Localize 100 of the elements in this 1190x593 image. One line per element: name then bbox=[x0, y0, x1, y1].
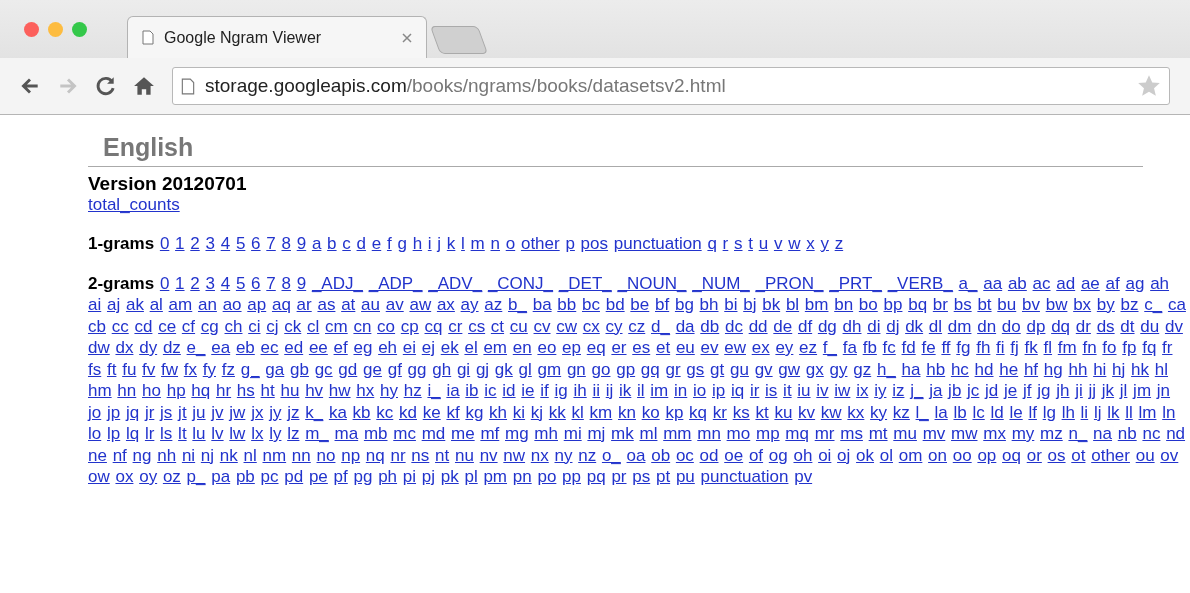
dataset-link[interactable]: gj bbox=[475, 359, 490, 379]
dataset-link[interactable]: ha bbox=[901, 359, 921, 379]
dataset-link[interactable]: eh bbox=[378, 338, 398, 357]
dataset-link[interactable]: bg bbox=[674, 295, 694, 314]
dataset-link[interactable]: lz bbox=[287, 424, 300, 443]
dataset-link[interactable]: mn bbox=[697, 424, 721, 443]
dataset-link[interactable]: eq bbox=[586, 338, 606, 357]
dataset-link[interactable]: od bbox=[699, 445, 719, 465]
dataset-link[interactable]: oq bbox=[1002, 445, 1021, 465]
dataset-link[interactable]: f_ bbox=[822, 338, 837, 357]
dataset-link[interactable]: cc bbox=[111, 316, 129, 336]
dataset-link[interactable]: ho bbox=[142, 381, 161, 400]
dataset-link[interactable]: eg bbox=[353, 338, 373, 357]
dataset-link[interactable]: nl bbox=[243, 445, 257, 465]
dataset-link[interactable]: g_ bbox=[240, 359, 260, 379]
dataset-link[interactable]: ml bbox=[639, 424, 658, 443]
dataset-link[interactable]: lr bbox=[144, 424, 155, 443]
dataset-link[interactable]: 8 bbox=[281, 234, 291, 253]
dataset-link[interactable]: fa bbox=[842, 338, 857, 357]
dataset-link[interactable]: hi bbox=[1093, 359, 1107, 379]
dataset-link[interactable]: gl bbox=[518, 359, 532, 379]
dataset-link[interactable]: jh bbox=[1056, 381, 1070, 400]
dataset-link[interactable]: bp bbox=[883, 295, 903, 314]
dataset-link[interactable]: kx bbox=[847, 402, 865, 422]
dataset-link[interactable]: kl bbox=[571, 402, 584, 422]
dataset-link[interactable]: ge bbox=[363, 359, 382, 379]
dataset-link[interactable]: bh bbox=[699, 295, 719, 314]
dataset-link[interactable]: 2 bbox=[190, 273, 200, 293]
dataset-link[interactable]: kh bbox=[489, 402, 508, 422]
dataset-link[interactable]: gv bbox=[754, 359, 773, 379]
dataset-link[interactable]: hz bbox=[403, 381, 422, 400]
dataset-link[interactable]: lp bbox=[106, 424, 121, 443]
dataset-link[interactable]: n_ bbox=[1068, 424, 1088, 443]
dataset-link[interactable]: ou bbox=[1135, 445, 1155, 465]
dataset-link[interactable]: go bbox=[591, 359, 611, 379]
dataset-link[interactable]: kk bbox=[548, 402, 566, 422]
dataset-link[interactable]: kn bbox=[618, 402, 636, 422]
dataset-link[interactable]: js bbox=[160, 402, 173, 422]
dataset-link[interactable]: ba bbox=[532, 295, 552, 314]
dataset-link[interactable]: ap bbox=[247, 295, 267, 314]
dataset-link[interactable]: er bbox=[611, 338, 627, 357]
dataset-link[interactable]: f bbox=[386, 234, 392, 253]
dataset-link[interactable]: hk bbox=[1131, 359, 1150, 379]
dataset-link[interactable]: gb bbox=[290, 359, 309, 379]
dataset-link[interactable]: _PRT_ bbox=[829, 273, 882, 293]
dataset-link[interactable]: fk bbox=[1024, 338, 1038, 357]
dataset-link[interactable]: jg bbox=[1037, 381, 1051, 400]
dataset-link[interactable]: 1 bbox=[175, 273, 185, 293]
dataset-link[interactable]: dq bbox=[1051, 316, 1071, 336]
dataset-link[interactable]: gp bbox=[616, 359, 636, 379]
dataset-link[interactable]: b_ bbox=[508, 295, 527, 314]
dataset-link[interactable]: kz bbox=[892, 402, 910, 422]
dataset-link[interactable]: g bbox=[397, 234, 407, 253]
dataset-link[interactable]: lc bbox=[972, 402, 985, 422]
dataset-link[interactable]: ku bbox=[774, 402, 793, 422]
dataset-link[interactable]: dl bbox=[928, 316, 943, 336]
dataset-link[interactable]: m bbox=[470, 234, 485, 253]
dataset-link[interactable]: bv bbox=[1021, 295, 1040, 314]
dataset-link[interactable]: ih bbox=[573, 381, 587, 400]
dataset-link[interactable]: id bbox=[502, 381, 516, 400]
dataset-link[interactable]: mj bbox=[587, 424, 606, 443]
dataset-link[interactable]: it bbox=[783, 381, 792, 400]
dataset-link[interactable]: gh bbox=[432, 359, 452, 379]
dataset-link[interactable]: me bbox=[451, 424, 475, 443]
dataset-link[interactable]: mw bbox=[951, 424, 978, 443]
dataset-link[interactable]: punctuation bbox=[613, 234, 702, 253]
dataset-link[interactable]: cd bbox=[134, 316, 153, 336]
dataset-link[interactable]: fn bbox=[1082, 338, 1097, 357]
dataset-link[interactable]: or bbox=[1026, 445, 1042, 465]
dataset-link[interactable]: el bbox=[464, 338, 478, 357]
minimize-window-icon[interactable] bbox=[48, 22, 63, 37]
dataset-link[interactable]: _ADP_ bbox=[368, 273, 423, 293]
dataset-link[interactable]: ik bbox=[619, 381, 632, 400]
dataset-link[interactable]: hq bbox=[191, 381, 211, 400]
dataset-link[interactable]: fh bbox=[976, 338, 991, 357]
dataset-link[interactable]: eu bbox=[675, 338, 695, 357]
dataset-link[interactable]: ld bbox=[990, 402, 1004, 422]
dataset-link[interactable]: jz bbox=[287, 402, 300, 422]
dataset-link[interactable]: bw bbox=[1045, 295, 1068, 314]
dataset-link[interactable]: a_ bbox=[958, 273, 978, 293]
dataset-link[interactable]: cr bbox=[448, 316, 463, 336]
dataset-link[interactable]: ci bbox=[248, 316, 261, 336]
dataset-link[interactable]: gq bbox=[640, 359, 660, 379]
dataset-link[interactable]: ax bbox=[436, 295, 455, 314]
dataset-link[interactable]: le bbox=[1009, 402, 1023, 422]
close-tab-icon[interactable] bbox=[402, 32, 412, 43]
dataset-link[interactable]: oh bbox=[793, 445, 813, 465]
dataset-link[interactable]: mx bbox=[983, 424, 1006, 443]
dataset-link[interactable]: mz bbox=[1040, 424, 1063, 443]
dataset-link[interactable]: fp bbox=[1122, 338, 1137, 357]
dataset-link[interactable]: ak bbox=[125, 295, 144, 314]
dataset-link[interactable]: gy bbox=[829, 359, 848, 379]
dataset-link[interactable]: dn bbox=[977, 316, 997, 336]
dataset-link[interactable]: nm bbox=[262, 445, 287, 465]
dataset-link[interactable]: bi bbox=[724, 295, 738, 314]
dataset-link[interactable]: bd bbox=[605, 295, 625, 314]
dataset-link[interactable]: ey bbox=[775, 338, 794, 357]
dataset-link[interactable]: 6 bbox=[251, 234, 261, 253]
dataset-link[interactable]: nw bbox=[503, 445, 526, 465]
dataset-link[interactable]: dg bbox=[817, 316, 837, 336]
